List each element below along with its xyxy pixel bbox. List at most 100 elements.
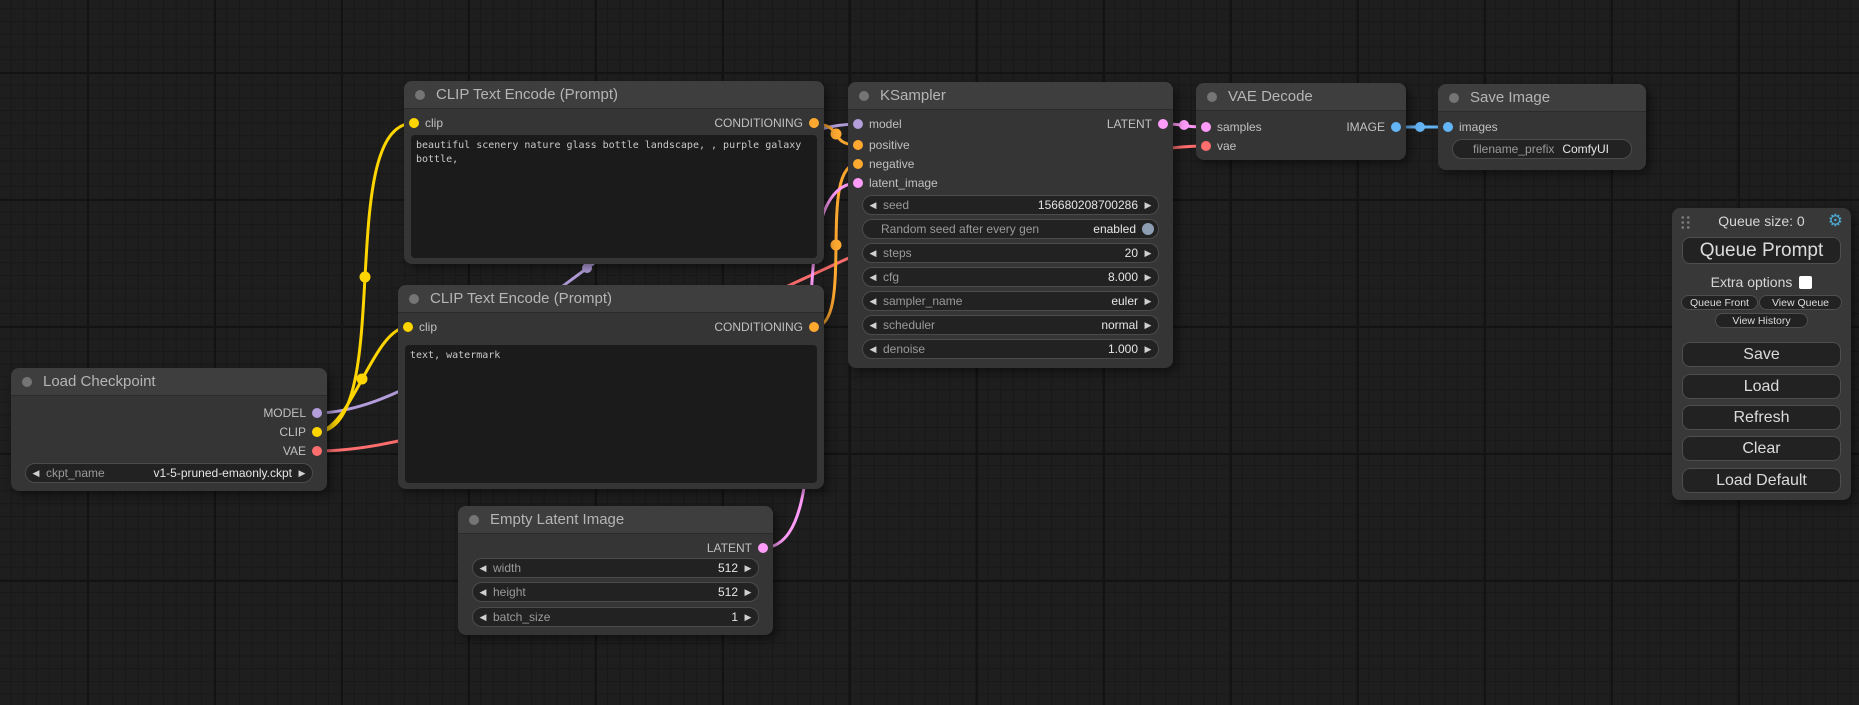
negative-prompt-textarea[interactable]: text, watermark xyxy=(405,345,817,483)
output-label-conditioning: CONDITIONING xyxy=(714,116,803,130)
negative-input-port[interactable] xyxy=(853,159,863,169)
collapse-dot-icon[interactable] xyxy=(1449,93,1459,103)
increment-arrow-icon[interactable]: ▶ xyxy=(738,612,758,623)
increment-arrow-icon[interactable]: ▶ xyxy=(738,587,758,598)
samples-input-port[interactable] xyxy=(1201,122,1211,132)
settings-gear-icon[interactable]: ⚙ xyxy=(1828,211,1843,231)
decrement-arrow-icon[interactable]: ◀ xyxy=(863,248,883,259)
node-save-image[interactable]: Save Image images filename_prefix ComfyU… xyxy=(1438,84,1646,170)
input-row-clip: clip xyxy=(409,114,443,132)
node-title-bar[interactable]: KSampler xyxy=(848,82,1173,110)
node-clip-text-encode-negative[interactable]: CLIP Text Encode (Prompt) clip CONDITION… xyxy=(398,285,824,489)
decrement-arrow-icon[interactable]: ◀ xyxy=(473,587,493,598)
clip-input-port[interactable] xyxy=(409,118,419,128)
node-vae-decode[interactable]: VAE Decode samples IMAGE vae xyxy=(1196,83,1406,160)
node-clip-text-encode-positive[interactable]: CLIP Text Encode (Prompt) clip CONDITION… xyxy=(404,81,824,264)
decrement-arrow-icon[interactable]: ◀ xyxy=(863,296,883,307)
load-default-button[interactable]: Load Default xyxy=(1682,468,1841,493)
collapse-dot-icon[interactable] xyxy=(409,294,419,304)
link-midpoint-dot xyxy=(360,272,371,283)
node-title-bar[interactable]: VAE Decode xyxy=(1196,83,1406,111)
node-title-bar[interactable]: Save Image xyxy=(1438,84,1646,112)
node-graph-canvas[interactable]: Load Checkpoint MODEL CLIP VAE ◀ ckpt_na… xyxy=(0,0,1859,705)
vae-output-port[interactable] xyxy=(312,446,322,456)
denoise-widget[interactable]: ◀ denoise 1.000 ▶ xyxy=(862,339,1159,359)
link-midpoint-dot xyxy=(831,129,842,140)
refresh-button[interactable]: Refresh xyxy=(1682,405,1841,430)
increment-arrow-icon[interactable]: ▶ xyxy=(292,468,312,479)
node-ksampler[interactable]: KSampler model LATENT positive negative … xyxy=(848,82,1173,368)
increment-arrow-icon[interactable]: ▶ xyxy=(1138,200,1158,211)
collapse-dot-icon[interactable] xyxy=(469,515,479,525)
input-label-samples: samples xyxy=(1217,120,1262,134)
decrement-arrow-icon[interactable]: ◀ xyxy=(863,344,883,355)
increment-arrow-icon[interactable]: ▶ xyxy=(1138,320,1158,331)
extra-options-checkbox[interactable] xyxy=(1799,276,1812,289)
view-history-button[interactable]: View History xyxy=(1715,313,1808,328)
model-output-port[interactable] xyxy=(312,408,322,418)
queue-prompt-button[interactable]: Queue Prompt xyxy=(1682,237,1841,264)
conditioning-output-port[interactable] xyxy=(809,322,819,332)
clip-output-port[interactable] xyxy=(312,427,322,437)
increment-arrow-icon[interactable]: ▶ xyxy=(738,563,758,574)
output-row-latent: LATENT xyxy=(707,539,768,557)
latent-output-port[interactable] xyxy=(758,543,768,553)
view-queue-button[interactable]: View Queue xyxy=(1759,295,1842,310)
collapse-dot-icon[interactable] xyxy=(22,377,32,387)
node-title-bar[interactable]: Empty Latent Image xyxy=(458,506,773,534)
images-input-port[interactable] xyxy=(1443,122,1453,132)
filename-prefix-widget[interactable]: filename_prefix ComfyUI xyxy=(1452,139,1632,159)
output-label-image: IMAGE xyxy=(1346,120,1385,134)
sampler-name-widget[interactable]: ◀ sampler_name euler ▶ xyxy=(862,291,1159,311)
input-label-model: model xyxy=(869,117,902,131)
increment-arrow-icon[interactable]: ▶ xyxy=(1138,296,1158,307)
queue-front-button[interactable]: Queue Front xyxy=(1681,295,1758,310)
seed-widget[interactable]: ◀ seed 156680208700286 ▶ xyxy=(862,195,1159,215)
decrement-arrow-icon[interactable]: ◀ xyxy=(473,563,493,574)
widget-label: seed xyxy=(883,198,909,212)
increment-arrow-icon[interactable]: ▶ xyxy=(1138,272,1158,283)
batch-size-widget[interactable]: ◀ batch_size 1 ▶ xyxy=(472,607,759,627)
random-seed-toggle-widget[interactable]: Random seed after every gen enabled xyxy=(862,219,1159,239)
decrement-arrow-icon[interactable]: ◀ xyxy=(863,320,883,331)
conditioning-output-port[interactable] xyxy=(809,118,819,128)
decrement-arrow-icon[interactable]: ◀ xyxy=(26,468,46,479)
increment-arrow-icon[interactable]: ▶ xyxy=(1138,248,1158,259)
output-row-model: MODEL xyxy=(263,404,322,422)
decrement-arrow-icon[interactable]: ◀ xyxy=(863,200,883,211)
steps-widget[interactable]: ◀ steps 20 ▶ xyxy=(862,243,1159,263)
node-empty-latent-image[interactable]: Empty Latent Image LATENT ◀ width 512 ▶ … xyxy=(458,506,773,635)
node-title: CLIP Text Encode (Prompt) xyxy=(430,290,612,307)
width-widget[interactable]: ◀ width 512 ▶ xyxy=(472,558,759,578)
height-widget[interactable]: ◀ height 512 ▶ xyxy=(472,582,759,602)
collapse-dot-icon[interactable] xyxy=(415,90,425,100)
clear-button[interactable]: Clear xyxy=(1682,436,1841,461)
image-output-port[interactable] xyxy=(1391,122,1401,132)
save-button[interactable]: Save xyxy=(1682,342,1841,367)
node-title-bar[interactable]: CLIP Text Encode (Prompt) xyxy=(398,285,824,313)
collapse-dot-icon[interactable] xyxy=(1207,92,1217,102)
widget-label: steps xyxy=(883,246,912,260)
latent-output-port[interactable] xyxy=(1158,119,1168,129)
ckpt-name-widget[interactable]: ◀ ckpt_name v1-5-pruned-emaonly.ckpt ▶ xyxy=(25,463,313,483)
model-input-port[interactable] xyxy=(853,119,863,129)
collapse-dot-icon[interactable] xyxy=(859,91,869,101)
positive-prompt-textarea[interactable]: beautiful scenery nature glass bottle la… xyxy=(411,135,817,258)
output-row-conditioning: CONDITIONING xyxy=(714,318,819,336)
positive-input-port[interactable] xyxy=(853,140,863,150)
toggle-dot-icon[interactable] xyxy=(1142,223,1154,235)
decrement-arrow-icon[interactable]: ◀ xyxy=(473,612,493,623)
load-button[interactable]: Load xyxy=(1682,374,1841,399)
latent-image-input-port[interactable] xyxy=(853,178,863,188)
node-title-bar[interactable]: CLIP Text Encode (Prompt) xyxy=(404,81,824,109)
widget-label: Random seed after every gen xyxy=(881,222,1039,236)
scheduler-widget[interactable]: ◀ scheduler normal ▶ xyxy=(862,315,1159,335)
clip-input-port[interactable] xyxy=(403,322,413,332)
increment-arrow-icon[interactable]: ▶ xyxy=(1138,344,1158,355)
vae-input-port[interactable] xyxy=(1201,141,1211,151)
cfg-widget[interactable]: ◀ cfg 8.000 ▶ xyxy=(862,267,1159,287)
decrement-arrow-icon[interactable]: ◀ xyxy=(863,272,883,283)
node-load-checkpoint[interactable]: Load Checkpoint MODEL CLIP VAE ◀ ckpt_na… xyxy=(11,368,327,491)
node-title-bar[interactable]: Load Checkpoint xyxy=(11,368,327,396)
link-midpoint-dot xyxy=(831,240,842,251)
